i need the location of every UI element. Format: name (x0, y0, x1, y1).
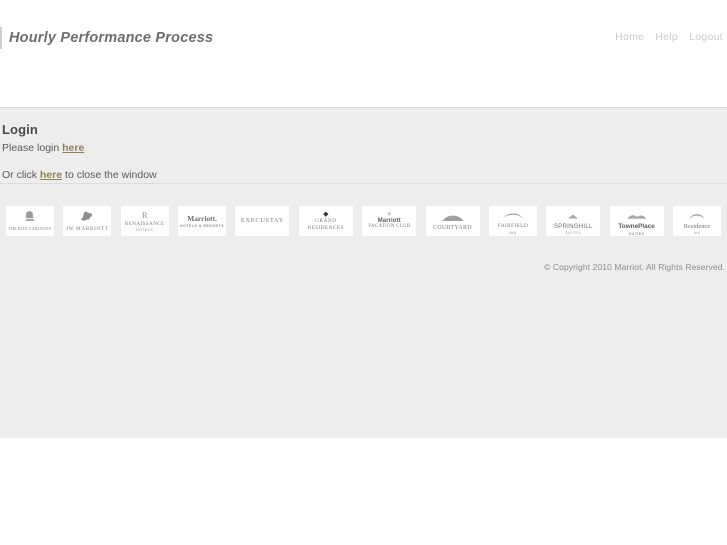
brand-logo-label: RENAISSANCE (124, 220, 165, 227)
brand-logo-sublabel: INN (509, 231, 517, 236)
login-section: Login Please login here Or click here to… (0, 108, 727, 183)
brand-logo-label: FAIRFIELD (497, 222, 529, 229)
marriott-script-icon: Marriott. (187, 213, 217, 223)
brand-logo-label: GRAND (315, 217, 337, 224)
peak-icon (567, 207, 579, 223)
close-window-prompt: Or click here to close the window (2, 168, 727, 183)
nav-link-help[interactable]: Help (655, 31, 678, 43)
brand-logo-sublabel: VACATION CLUB (367, 224, 411, 230)
login-here-link[interactable]: here (62, 142, 84, 154)
nav-link-logout[interactable]: Logout (689, 31, 723, 43)
brand-logo-sublabel: SUITES (628, 231, 645, 236)
hills-icon (627, 207, 647, 223)
lion-crest-icon (23, 210, 37, 227)
brand-logo-sublabel: HOTELS (136, 228, 154, 233)
content-divider (0, 183, 727, 184)
login-prompt: Please login here (2, 141, 727, 156)
brand-logo-label: COURTYARD (433, 225, 472, 232)
brand-logo-grand-residences: ◆ GRAND RESIDENCES (298, 206, 353, 236)
brand-logo-sublabel: RESIDENCES (307, 224, 344, 231)
brand-logo-label: Residence (683, 222, 711, 230)
roof-icon (502, 207, 524, 223)
top-navigation: Home Help Logout (615, 31, 723, 43)
close-window-link[interactable]: here (40, 169, 62, 181)
close-prompt-prefix: Or click (2, 169, 40, 181)
brand-logo-jw-marriott: JW MARRIOTT (63, 206, 112, 236)
brand-logo-residence-inn: Residence Inn (672, 206, 721, 236)
nav-link-home[interactable]: Home (615, 31, 644, 43)
page-title: Hourly Performance Process (9, 30, 214, 46)
brand-logo-marriott-hotels: Marriott. HOTELS & RESORTS (178, 206, 227, 236)
brand-logo-label: Marriott (377, 216, 401, 224)
brand-logo-ritz-carlton: THE RITZ-CARLTON® (6, 206, 54, 236)
brand-logo-springhill-suites: SPRINGHILL SUITES (546, 206, 601, 236)
brand-logo-label: TownePlace (618, 222, 655, 230)
brand-accent-bar (0, 27, 2, 49)
brand-logo-courtyard: COURTYARD (425, 206, 480, 236)
brand-logo-label: JW MARRIOTT (65, 225, 109, 232)
arch-icon (442, 209, 464, 225)
brand-logo-renaissance: R RENAISSANCE HOTELS (120, 206, 169, 236)
griffin-icon (78, 210, 96, 226)
page-footer-whitespace (0, 438, 727, 545)
brand-logo-sublabel: SUITES (565, 231, 582, 236)
brand-logo-towneplace-suites: TownePlace SUITES (609, 206, 664, 236)
close-prompt-suffix: to close the window (62, 169, 157, 181)
login-heading: Login (2, 122, 38, 137)
brand-logo-sublabel: Inn (693, 231, 701, 236)
brand: Hourly Performance Process (0, 27, 213, 49)
arc-icon (689, 207, 705, 223)
brand-logo-sublabel: HOTELS & RESORTS (180, 224, 225, 229)
brand-logo-marriott-vacation-club: ☀ Marriott VACATION CLUB (362, 206, 417, 236)
diamond-icon: ◆ (323, 210, 329, 218)
brand-logo-execustay: EXECUSTAY (235, 206, 290, 236)
letter-r-icon: R (141, 209, 148, 220)
page-header: Hourly Performance Process Home Help Log… (0, 0, 727, 108)
copyright-text: © Copyright 2010 Marriot. All Rights Res… (544, 262, 725, 272)
brand-logo-label: THE RITZ-CARLTON® (8, 227, 52, 232)
brand-logo-label: EXECUSTAY (240, 217, 285, 224)
login-prompt-text: Please login (2, 142, 63, 154)
brand-logo-label: SPRINGHILL (553, 222, 593, 230)
page-body: Login Please login here Or click here to… (0, 108, 727, 438)
brand-logo-strip: THE RITZ-CARLTON® JW MARRIOTT R RENAISSA… (6, 206, 721, 236)
brand-logo-fairfield-inn: FAIRFIELD INN (488, 206, 537, 236)
